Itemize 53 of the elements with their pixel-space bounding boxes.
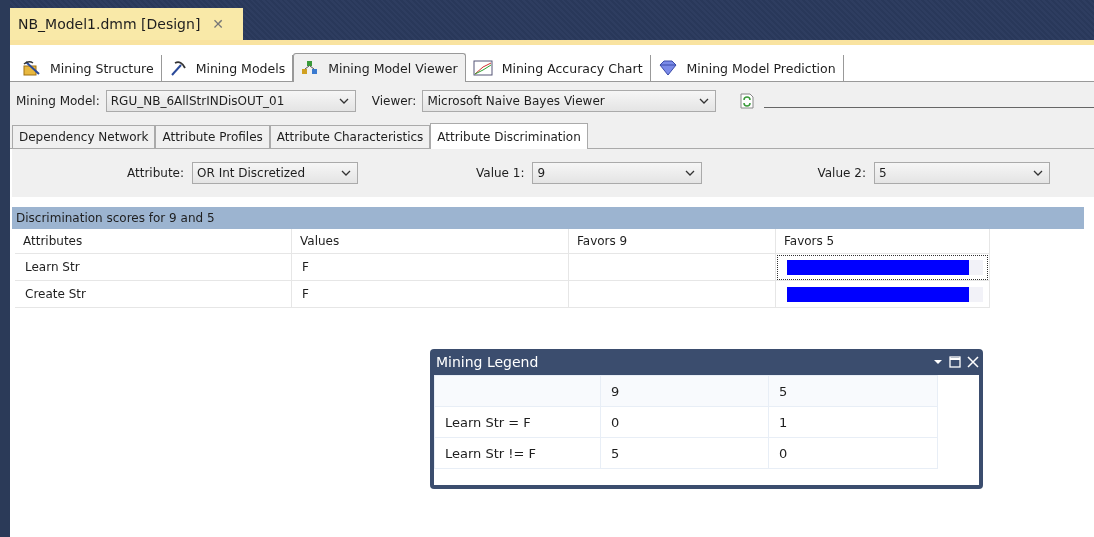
maximize-icon[interactable] (949, 356, 961, 368)
document-tab[interactable]: NB_Model1.dmm [Design] ✕ (10, 8, 243, 40)
chevron-icon (685, 170, 696, 176)
filter-label: Value 2: (817, 166, 866, 180)
chevron-icon (338, 98, 349, 104)
row-header: Learn Str = F (434, 406, 601, 438)
viewer-tab[interactable]: Attribute Characteristics (269, 125, 431, 148)
legend-title: Mining Legend (436, 354, 539, 370)
diamond-icon (657, 60, 678, 76)
table-cell: 0 (768, 437, 938, 469)
table-cell: 0 (600, 406, 769, 438)
designer-tab[interactable]: Mining Model Viewer (293, 53, 466, 82)
column-header[interactable]: Values (291, 229, 569, 254)
designer-tab[interactable]: Mining Accuracy Chart (465, 55, 651, 81)
model-label: Mining Model: (16, 94, 100, 108)
close-button[interactable]: ✕ (212, 16, 225, 32)
table-cell: F (291, 253, 569, 281)
network-icon (301, 60, 320, 76)
chevron-icon (1032, 170, 1043, 176)
column-header[interactable]: Favors 9 (568, 229, 776, 254)
filter-label: Attribute: (127, 166, 185, 180)
filter-dropdown[interactable]: OR Int Discretized (192, 162, 359, 184)
viewer-tab[interactable]: Attribute Discrimination (430, 123, 588, 149)
column-header: 5 (768, 375, 938, 407)
filter-label: Value 1: (476, 166, 525, 180)
chevron-icon (699, 98, 710, 104)
designer-tab[interactable]: Mining Model Prediction (650, 55, 844, 81)
chart-icon (472, 60, 493, 76)
table-cell: 1 (768, 406, 938, 438)
column-header[interactable]: Favors 5 (775, 229, 990, 254)
filter-dropdown[interactable]: 5 (873, 162, 1050, 184)
refresh-icon[interactable] (740, 93, 755, 109)
viewer-label: Viewer: (371, 94, 417, 108)
viewer-tab[interactable]: Dependency Network (12, 125, 156, 148)
table-cell: F (291, 280, 569, 308)
pickaxe-icon (168, 60, 187, 76)
document-title: NB_Model1.dmm [Design] (18, 16, 201, 32)
viewer-tab[interactable]: Attribute Profiles (155, 125, 270, 148)
table-cell: Learn Str (15, 253, 292, 281)
close-icon[interactable] (967, 356, 979, 368)
viewer-dropdown[interactable]: Microsoft Naive Bayes Viewer (422, 90, 717, 112)
scores-header: Discrimination scores for 9 and 5 (12, 207, 1084, 229)
column-header: 9 (600, 375, 769, 407)
dropdown-icon[interactable] (933, 359, 943, 365)
column-header[interactable]: Attributes (15, 229, 292, 254)
structure-icon (23, 60, 41, 76)
designer-tab[interactable]: Mining Structure (16, 55, 162, 81)
table-cell: 5 (600, 437, 769, 469)
row-header: Learn Str != F (434, 437, 601, 469)
chevron-icon (341, 170, 352, 176)
model-dropdown[interactable]: RGU_NB_6AllStrINDisOUT_01 (105, 90, 356, 112)
table-cell: Create Str (15, 280, 292, 308)
filter-dropdown[interactable]: 9 (532, 162, 703, 184)
